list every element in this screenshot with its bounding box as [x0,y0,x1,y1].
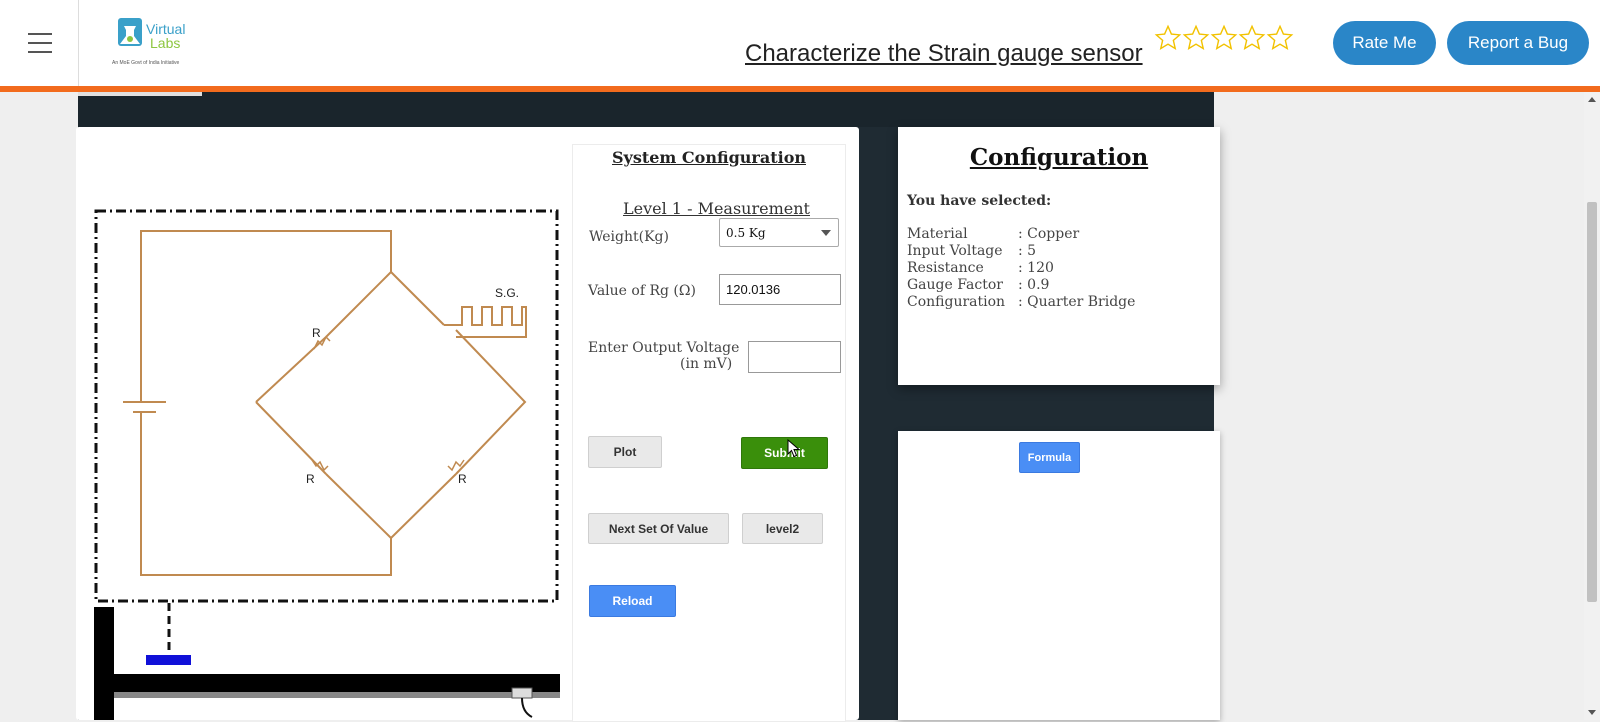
page-scrollbar[interactable] [1584,92,1600,720]
weight-select[interactable]: 0.5 Kg [719,218,839,247]
configuration-title: Configuration [969,144,1149,171]
plot-button[interactable]: Plot [588,436,662,468]
gauge-wire [521,697,533,718]
tab-strip [78,92,1214,127]
hamburger-line [28,42,52,44]
submit-button[interactable]: Submit [741,437,828,469]
config-value: : 5 [1018,243,1037,259]
selection-subtitle: You have selected: [907,193,1052,209]
rg-label: Value of Rg (Ω) [588,283,696,299]
circuit-wires [140,230,527,576]
chevron-down-icon [821,230,831,236]
weight-label: Weight(Kg) [589,229,669,245]
star-icon[interactable] [1238,24,1266,52]
formula-panel: Formula [898,431,1220,720]
configuration-list: Material: Copper Input Voltage: 5 Resistan… [907,226,1135,311]
menu-button[interactable] [0,0,79,86]
config-key: Resistance [907,260,984,276]
hamburger-line [28,51,52,53]
scroll-thumb[interactable] [1587,202,1597,602]
config-row: Material : Copper [907,226,1135,243]
config-row: Resistance : 120 [907,260,1135,277]
resistor-label: R [312,326,321,340]
star-icon[interactable] [1182,24,1210,52]
config-value: : Quarter Bridge [1018,294,1136,310]
star-icon[interactable] [1266,24,1294,52]
weight-block [146,655,191,665]
formula-button[interactable]: Formula [1019,442,1080,473]
level-title: Level 1 - Measurement [623,199,810,218]
bridge-circuit-diagram: S.G. R R R [94,209,560,720]
enclosure-border [94,209,559,603]
active-tab-indicator [78,92,202,96]
virtual-labs-logo[interactable]: Virtual Labs An MoE Govt of India Initia… [110,16,200,68]
star-icon[interactable] [1154,24,1182,52]
level2-button[interactable]: level2 [742,513,823,544]
next-set-button[interactable]: Next Set Of Value [588,513,729,544]
rg-value-field[interactable]: 120.0136 [719,274,841,305]
config-key: Configuration [907,294,1006,310]
hamburger-line [28,33,52,35]
page-title: Characterize the Strain gauge sensor [745,40,1143,67]
report-bug-button[interactable]: Report a Bug [1447,21,1589,65]
config-value: : 120 [1018,260,1054,276]
mouse-cursor-icon [787,439,801,458]
config-value: : 0.9 [1018,277,1050,293]
top-bar: Virtual Labs An MoE Govt of India Initia… [0,0,1600,86]
system-config-title: System Configuration [612,148,806,167]
resistor-label: R [306,472,315,486]
cantilever-beam [114,674,560,692]
output-voltage-label: Enter Output Voltage [588,340,740,356]
strain-gauge-shape [444,306,527,338]
sg-label: S.G. [495,286,519,300]
resistor-zigzags [311,335,465,472]
rate-me-button[interactable]: Rate Me [1333,21,1436,65]
config-key: Material [907,226,968,242]
reload-button[interactable]: Reload [589,585,676,617]
config-row: Configuration : Quarter Bridge [907,294,1135,311]
output-voltage-unit-label: (in mV) [680,356,733,372]
battery-symbol [123,401,166,413]
configuration-panel: Configuration You have selected: Materia… [898,127,1220,385]
resistor-label: R [458,472,467,486]
weight-select-value: 0.5 Kg [726,225,766,240]
logo-text-bottom: Labs [150,35,180,51]
output-voltage-input[interactable] [748,341,841,373]
support-post [94,607,114,720]
config-key: Input Voltage [907,243,1003,259]
config-key: Gauge Factor [907,277,1003,293]
flask-icon: Virtual Labs An MoE Govt of India Initia… [112,18,185,66]
config-row: Gauge Factor : 0.9 [907,277,1135,294]
scroll-down-arrow-icon[interactable] [1588,710,1596,715]
star-icon[interactable] [1210,24,1238,52]
config-row: Input Voltage : 5 [907,243,1135,260]
gauge-mount [511,687,533,699]
config-value: : Copper [1018,226,1080,242]
beam-surface [114,692,560,698]
rating-stars [1154,24,1294,52]
scroll-up-arrow-icon[interactable] [1588,97,1596,102]
logo-tagline: An MoE Govt of India Initiative [112,60,179,66]
